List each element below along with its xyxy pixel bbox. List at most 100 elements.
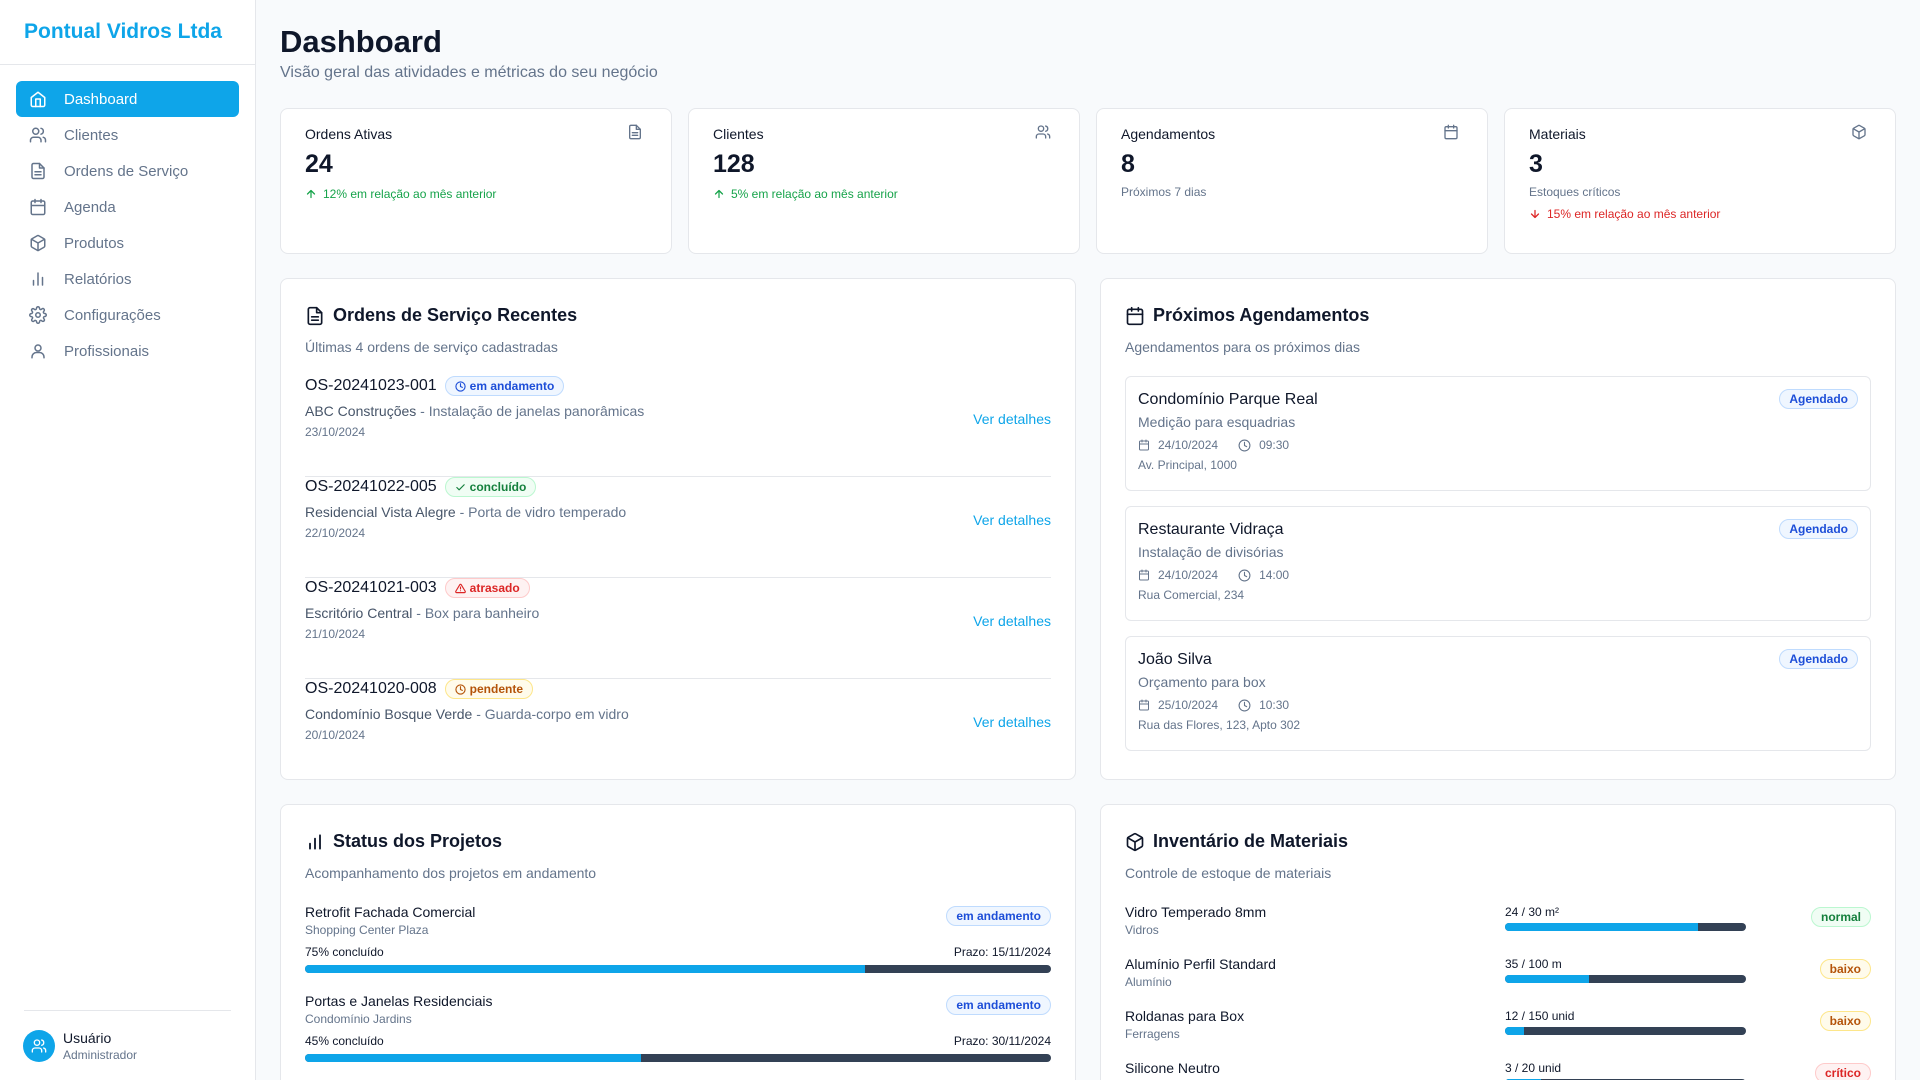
view-details-link[interactable]: Ver detalhes	[973, 512, 1051, 528]
calendar-icon	[1139, 439, 1149, 451]
appointment-time: 14:00	[1259, 568, 1290, 582]
sidebar-item-profissionais[interactable]: Profissionais	[16, 333, 239, 369]
sidebar-item-relatorios[interactable]: Relatórios	[16, 261, 239, 297]
order-service: - Porta de vidro temperado	[455, 504, 627, 520]
main-content: Dashboard Visão geral das atividades e m…	[280, 0, 1896, 1080]
material-item: Vidro Temperado 8mm Vidros 24 / 30 m² no…	[1125, 904, 1871, 956]
users-icon	[31, 1038, 47, 1053]
alert-triangle-icon	[454, 583, 466, 593]
material-category: Vidros	[1125, 923, 1159, 937]
appointment-address: Av. Principal, 1000	[1138, 458, 1237, 472]
recent-orders-card: Ordens de Serviço Recentes Últimas 4 ord…	[280, 278, 1076, 780]
appointment-name: Restaurante Vidraça	[1138, 521, 1284, 538]
appointment-date: 24/10/2024	[1158, 438, 1219, 452]
arrow-up-icon	[306, 189, 316, 199]
material-quantity: 12 / 150 unid	[1505, 1009, 1575, 1023]
material-category: Ferragens	[1125, 1027, 1180, 1041]
order-code: OS-20241022-005	[305, 478, 437, 495]
order-date: 21/10/2024	[305, 627, 366, 641]
material-item: Silicone Neutro 3 / 20 unid crítico	[1125, 1060, 1871, 1080]
view-details-link[interactable]: Ver detalhes	[973, 714, 1051, 730]
project-progress-line: 45% concluído Prazo: 30/11/2024	[305, 1034, 1051, 1048]
page-subtitle: Visão geral das atividades e métricas do…	[280, 64, 658, 81]
stat-title: Clientes	[713, 126, 764, 142]
material-name: Roldanas para Box	[1125, 1008, 1245, 1024]
stat-note: Próximos 7 dias	[1121, 185, 1207, 199]
sidebar-item-label: Agenda	[64, 198, 116, 216]
project-name: Portas e Janelas Residenciais	[305, 993, 493, 1009]
progress-label: 75% concluído	[305, 945, 384, 959]
sidebar-item-ordens[interactable]: Ordens de Serviço	[16, 153, 239, 189]
deadline-label: Prazo: 30/11/2024	[953, 1034, 1051, 1048]
calendar-icon	[1443, 124, 1459, 145]
appointment-item[interactable]: Condomínio Parque Real Medição para esqu…	[1125, 376, 1871, 491]
progress-fill	[305, 1054, 641, 1062]
card-subtitle: Controle de estoque de materiais	[1125, 865, 1332, 881]
calendar-icon	[1139, 699, 1149, 711]
material-category: Alumínio	[1125, 975, 1172, 989]
order-row: OS-20241023-001 em andamento ABC Constru…	[305, 376, 1051, 477]
trend-text: 5% em relação ao mês anterior	[731, 187, 898, 201]
card-header: Inventário de Materiais	[1125, 831, 1871, 852]
sidebar-item-label: Profissionais	[64, 342, 150, 360]
sidebar-item-produtos[interactable]: Produtos	[16, 225, 239, 261]
appointment-item[interactable]: Restaurante Vidraça Instalação de divisó…	[1125, 506, 1871, 621]
status-badge: baixo	[1819, 959, 1871, 979]
file-icon	[305, 306, 325, 326]
calendar-icon	[1125, 306, 1145, 326]
status-badge: crítico	[1814, 1063, 1871, 1080]
status-badge: concluído	[444, 477, 537, 497]
stat-card-clientes: Clientes 128 5% em relação ao mês anteri…	[688, 108, 1080, 254]
user-menu[interactable]: Usuário Administrador	[23, 1010, 231, 1080]
sidebar-item-label: Dashboard	[64, 90, 138, 108]
stock-bar	[1505, 975, 1746, 983]
order-service: - Instalação de janelas panorâmicas	[416, 403, 645, 419]
order-service: - Box para banheiro	[412, 605, 540, 621]
project-client: Shopping Center Plaza	[305, 923, 429, 937]
stats-row: Ordens Ativas 24 12% em relação ao mês a…	[280, 108, 1896, 254]
trend-up: 12% em relação ao mês anterior	[305, 187, 647, 201]
chart-icon	[28, 269, 48, 289]
sidebar-item-configuracoes[interactable]: Configurações	[16, 297, 239, 333]
stat-card-agendamentos: Agendamentos 8 Próximos 7 dias	[1096, 108, 1488, 254]
progress-bar	[305, 965, 1051, 973]
material-name: Silicone Neutro	[1125, 1060, 1220, 1076]
box-icon	[1125, 832, 1145, 852]
appointment-meta: 24/10/2024 09:30	[1138, 438, 1858, 452]
order-code: OS-20241021-003	[305, 579, 437, 596]
status-badge: baixo	[1819, 1011, 1871, 1031]
sidebar-item-dashboard[interactable]: Dashboard	[16, 81, 239, 117]
card-subtitle: Agendamentos para os próximos dias	[1125, 339, 1361, 355]
view-details-link[interactable]: Ver detalhes	[973, 411, 1051, 427]
appointment-item[interactable]: João Silva Orçamento para box 25/10/2024…	[1125, 636, 1871, 751]
appointment-date: 25/10/2024	[1158, 698, 1219, 712]
brand-name[interactable]: Pontual Vidros Ltda	[0, 0, 255, 65]
sidebar-item-label: Produtos	[64, 234, 125, 252]
order-row: OS-20241020-008 pendente Condomínio Bosq…	[305, 679, 1051, 780]
card-subtitle: Acompanhamento dos projetos em andamento	[305, 865, 597, 881]
stock-fill	[1505, 975, 1590, 983]
orders-list: OS-20241023-001 em andamento ABC Constru…	[305, 376, 1051, 780]
card-header: Status dos Projetos	[305, 831, 1051, 852]
sidebar-item-agenda[interactable]: Agenda	[16, 189, 239, 225]
sidebar-item-label: Ordens de Serviço	[64, 162, 189, 180]
appointment-meta: 24/10/2024 14:00	[1138, 568, 1858, 582]
materials-list: Vidro Temperado 8mm Vidros 24 / 30 m² no…	[1125, 904, 1871, 1080]
order-date: 23/10/2024	[305, 425, 366, 439]
appointment-name: Condomínio Parque Real	[1138, 391, 1318, 408]
sidebar-item-clientes[interactable]: Clientes	[16, 117, 239, 153]
check-icon	[455, 483, 465, 490]
view-details-link[interactable]: Ver detalhes	[973, 613, 1051, 629]
calendar-icon	[1139, 569, 1149, 581]
bar-chart-icon	[305, 832, 325, 852]
material-quantity: 35 / 100 m	[1505, 957, 1562, 971]
order-code: OS-20241023-001	[305, 377, 437, 394]
status-badge: em andamento	[444, 376, 565, 396]
order-row: OS-20241021-003 atrasado Escritório Cent…	[305, 578, 1051, 679]
sidebar-item-label: Relatórios	[64, 270, 132, 288]
appointments-list: Condomínio Parque Real Medição para esqu…	[1125, 376, 1871, 751]
status-badge: pendente	[444, 679, 533, 699]
stat-title: Agendamentos	[1121, 126, 1216, 142]
card-title: Ordens de Serviço Recentes	[333, 305, 578, 325]
gear-icon	[28, 305, 48, 325]
